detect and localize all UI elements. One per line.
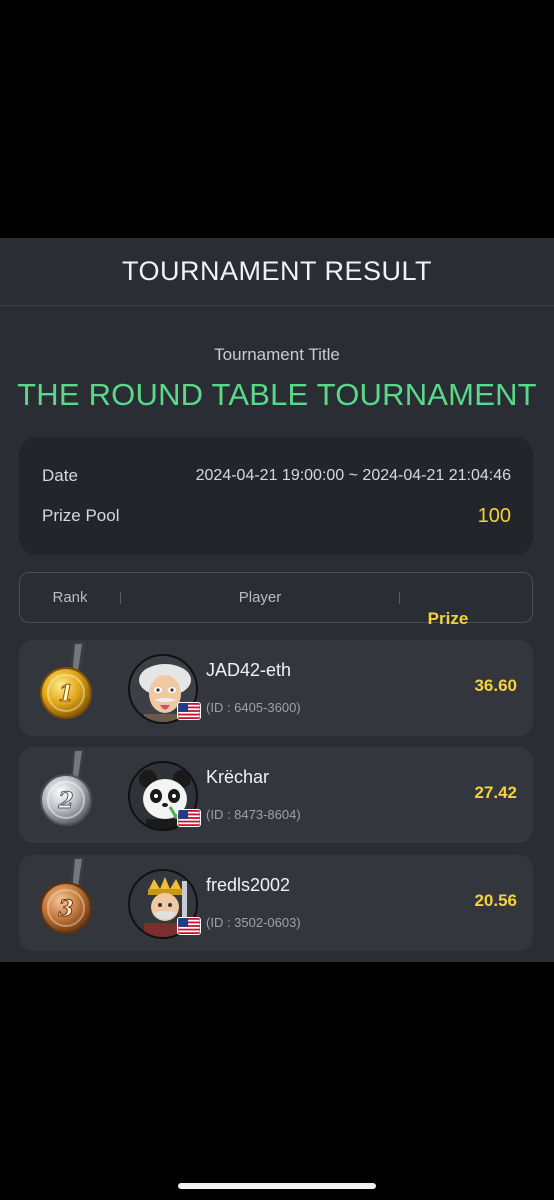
page-title: TOURNAMENT RESULT xyxy=(121,256,433,286)
column-rank: Rank xyxy=(52,589,88,606)
prize-pool-row: Prize Pool 100 xyxy=(42,501,511,531)
svg-text:2: 2 xyxy=(57,788,73,814)
bronze-medal-icon: 3 xyxy=(40,857,92,934)
player-name: Krëchar xyxy=(206,767,270,787)
tournament-info-box: Date 2024-04-21 19:00:00 ~ 2024-04-21 21… xyxy=(19,437,533,555)
gold-medal-icon: 1 xyxy=(40,642,92,719)
us-flag-icon xyxy=(177,917,201,935)
player-name: JAD42-eth xyxy=(206,660,292,680)
player-id: (ID : 6405-3600) xyxy=(206,700,301,715)
column-divider xyxy=(399,591,400,604)
us-flag-icon xyxy=(177,809,201,827)
panel-header: TOURNAMENT RESULT xyxy=(0,238,554,306)
table-row[interactable]: 3 fredls2002 (ID: 3502-0603) 20.56 xyxy=(19,855,533,951)
svg-text:1: 1 xyxy=(58,681,73,707)
date-value: 2024-04-21 19:00:00 ~ 2024-04-21 21:04:4… xyxy=(195,467,511,484)
date-row: Date 2024-04-21 19:00:00 ~ 2024-04-21 21… xyxy=(42,461,511,491)
player-prize: 20.56 xyxy=(474,891,517,910)
svg-text:3: 3 xyxy=(58,896,73,922)
screen: TOURNAMENT RESULT Tournament Title THE R… xyxy=(0,0,554,1200)
results-table-header: Rank Player Prize xyxy=(19,572,533,628)
player-id: (ID : 8473-8604) xyxy=(206,807,301,822)
table-row[interactable]: 2 Krëchar (ID: 8473-8604) 27.42 xyxy=(19,747,533,843)
table-row[interactable]: 1 JAD42-eth (ID: 6405-3600) 36.60 xyxy=(19,640,533,736)
silver-medal-icon: 2 xyxy=(40,749,92,826)
tournament-title-label: Tournament Title xyxy=(214,345,340,364)
home-indicator[interactable] xyxy=(178,1183,376,1189)
player-prize: 27.42 xyxy=(474,783,517,802)
player-name: fredls2002 xyxy=(206,875,291,895)
prize-pool-label: Prize Pool xyxy=(42,506,120,525)
player-prize: 36.60 xyxy=(474,676,517,695)
column-player: Player xyxy=(238,589,282,606)
tournament-name: THE ROUND TABLE TOURNAMENT xyxy=(17,377,537,412)
column-prize: Prize xyxy=(427,609,469,628)
tournament-result-panel: TOURNAMENT RESULT Tournament Title THE R… xyxy=(0,238,554,962)
us-flag-icon xyxy=(177,702,201,720)
date-label: Date xyxy=(42,466,78,485)
player-id: (ID : 3502-0603) xyxy=(206,915,301,930)
prize-pool-value: 100 xyxy=(477,504,511,527)
